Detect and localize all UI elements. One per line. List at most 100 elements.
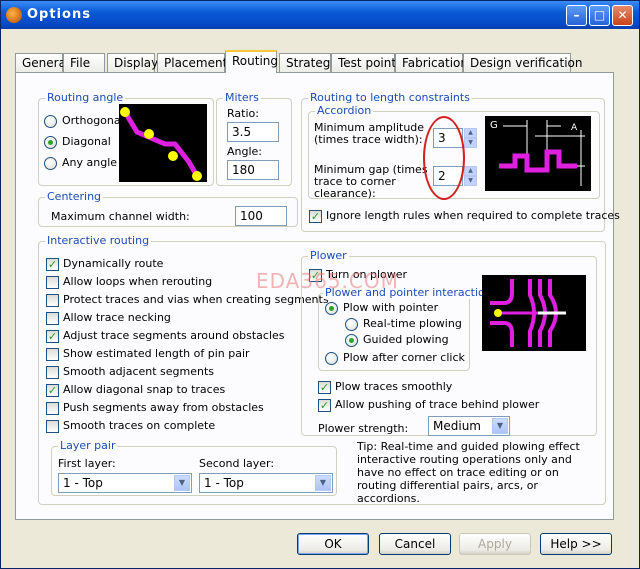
annotation-circle xyxy=(423,116,465,200)
plower-interaction-group: Plower and pointer interaction Plow with… xyxy=(318,286,494,371)
close-button[interactable]: ✕ xyxy=(612,5,633,26)
minimize-button[interactable]: – xyxy=(566,5,587,26)
guided-plowing-label: Guided plowing xyxy=(363,333,449,346)
max-channel-input[interactable]: 100 xyxy=(235,206,287,226)
accordion-title: Accordion xyxy=(315,104,374,117)
smooth-complete-label: Smooth traces on complete xyxy=(63,419,216,432)
tab-strategy[interactable]: Strategy xyxy=(279,53,337,73)
layer-pair-title: Layer pair xyxy=(58,439,118,452)
tab-display[interactable]: Display xyxy=(107,53,158,73)
protect-traces-checkbox[interactable] xyxy=(46,294,59,307)
cancel-button[interactable]: Cancel xyxy=(379,533,451,555)
plower-strength-value: Medium xyxy=(433,419,481,433)
plow-smoothly-checkbox[interactable]: ✓ xyxy=(318,381,331,394)
chevron-down-icon[interactable]: ▼ xyxy=(492,418,508,434)
tab-fabrication[interactable]: Fabrication xyxy=(395,53,468,73)
diagonal-snap-label: Allow diagonal snap to traces xyxy=(63,383,226,396)
dynamically-route-checkbox[interactable]: ✓ xyxy=(46,258,59,271)
adjust-segments-checkbox[interactable]: ✓ xyxy=(46,330,59,343)
diagonal-radio[interactable] xyxy=(44,136,57,149)
second-layer-value: 1 - Top xyxy=(204,476,244,490)
length-constraints-group: Routing to length constraints Accordion … xyxy=(301,91,620,232)
plow-smoothly-label: Plow traces smoothly xyxy=(335,380,453,393)
allow-pushing-checkbox[interactable]: ✓ xyxy=(318,399,331,412)
options-dialog: Options – □ ✕ General File Display Place… xyxy=(0,0,640,569)
accordion-group: Accordion Minimum amplitude (times trace… xyxy=(308,104,600,200)
tab-routing[interactable]: Routing xyxy=(225,50,278,73)
smooth-adjacent-label: Smooth adjacent segments xyxy=(63,365,215,378)
orthogonal-radio[interactable] xyxy=(44,115,57,128)
allow-pushing-label: Allow pushing of trace behind plower xyxy=(335,398,540,411)
help-button[interactable]: Help >> xyxy=(540,533,612,555)
diagonal-label: Diagonal xyxy=(62,135,111,148)
first-layer-select[interactable]: 1 - Top ▼ xyxy=(58,473,192,493)
diagram-g-text: G xyxy=(490,120,498,131)
tab-design-verification[interactable]: Design verification xyxy=(463,53,583,73)
min-amplitude-spinner[interactable]: ▲ ▼ xyxy=(464,128,477,148)
angle-input[interactable]: 180 xyxy=(227,160,279,180)
show-length-checkbox[interactable] xyxy=(46,348,59,361)
length-constraints-title: Routing to length constraints xyxy=(308,91,472,104)
realtime-plowing-label: Real-time plowing xyxy=(363,317,462,330)
second-layer-label: Second layer: xyxy=(199,457,275,470)
push-segments-checkbox[interactable] xyxy=(46,402,59,415)
trace-necking-label: Allow trace necking xyxy=(63,311,171,324)
plow-after-corner-radio[interactable] xyxy=(325,352,338,365)
miters-group: Miters Ratio: 3.5 Angle: 180 xyxy=(216,91,292,186)
layer-pair-group: Layer pair First layer: 1 - Top ▼ Second… xyxy=(51,439,337,496)
title-bar: Options – □ ✕ xyxy=(1,1,639,29)
smooth-adjacent-checkbox[interactable] xyxy=(46,366,59,379)
any-angle-radio[interactable] xyxy=(44,157,57,170)
centering-title: Centering xyxy=(45,190,104,203)
allow-loops-checkbox[interactable] xyxy=(46,276,59,289)
plow-with-pointer-label: Plow with pointer xyxy=(343,301,439,314)
apply-button[interactable]: Apply xyxy=(459,533,531,555)
realtime-plowing-radio[interactable] xyxy=(345,318,358,331)
tab-file[interactable]: File xyxy=(63,53,105,73)
watermark: EDA365.COM xyxy=(256,269,399,293)
plower-strength-select[interactable]: Medium ▼ xyxy=(428,416,510,436)
plow-after-corner-label: Plow after corner click xyxy=(343,351,465,364)
plower-strength-label: Plower strength: xyxy=(318,422,409,435)
orthogonal-label: Orthogonal xyxy=(62,114,124,127)
accordion-preview: G A xyxy=(485,116,591,191)
ratio-input[interactable]: 3.5 xyxy=(227,122,279,142)
ok-button[interactable]: OK xyxy=(297,533,369,555)
tab-placement[interactable]: Placement xyxy=(157,53,227,73)
dynamically-route-label: Dynamically route xyxy=(63,257,164,270)
smooth-complete-checkbox[interactable] xyxy=(46,420,59,433)
min-gap-spinner[interactable]: ▲ ▼ xyxy=(464,166,477,186)
plower-preview xyxy=(482,275,586,351)
second-layer-select[interactable]: 1 - Top ▼ xyxy=(199,473,333,493)
diagonal-snap-checkbox[interactable]: ✓ xyxy=(46,384,59,397)
plow-with-pointer-radio[interactable] xyxy=(325,302,338,315)
trace-necking-checkbox[interactable] xyxy=(46,312,59,325)
diagram-a-text: A xyxy=(571,123,578,133)
chevron-down-icon[interactable]: ▼ xyxy=(315,475,331,491)
first-layer-value: 1 - Top xyxy=(63,476,103,490)
maximize-button[interactable]: □ xyxy=(589,5,610,26)
tab-test-points[interactable]: Test points xyxy=(331,53,402,73)
adjust-segments-label: Adjust trace segments around obstacles xyxy=(63,329,285,342)
routing-angle-preview xyxy=(119,104,207,182)
routing-angle-title: Routing angle xyxy=(45,91,126,104)
protect-traces-label: Protect traces and vias when creating se… xyxy=(63,293,329,306)
ignore-length-checkbox[interactable]: ✓ xyxy=(309,210,322,223)
chevron-down-icon[interactable]: ▼ xyxy=(174,475,190,491)
window-title: Options xyxy=(27,7,91,22)
show-length-label: Show estimated length of pin pair xyxy=(63,347,250,360)
tab-general[interactable]: General xyxy=(15,53,69,73)
routing-angle-group: Routing angle Orthogonal Diagonal Any an… xyxy=(38,91,214,186)
interactive-routing-title: Interactive routing xyxy=(45,234,152,247)
centering-group: Centering Maximum channel width: 100 xyxy=(38,190,298,227)
allow-loops-label: Allow loops when rerouting xyxy=(63,275,213,288)
min-gap-label: Minimum gap (times trace to corner clear… xyxy=(314,163,428,200)
angle-label: Angle: xyxy=(227,145,263,158)
first-layer-label: First layer: xyxy=(58,457,116,470)
min-amplitude-label: Minimum amplitude (times trace width): xyxy=(314,121,425,146)
ignore-length-label: Ignore length rules when required to com… xyxy=(326,209,620,222)
max-channel-label: Maximum channel width: xyxy=(51,210,190,223)
guided-plowing-radio[interactable] xyxy=(345,334,358,347)
push-segments-label: Push segments away from obstacles xyxy=(63,401,264,414)
plower-title: Plower xyxy=(308,249,349,262)
